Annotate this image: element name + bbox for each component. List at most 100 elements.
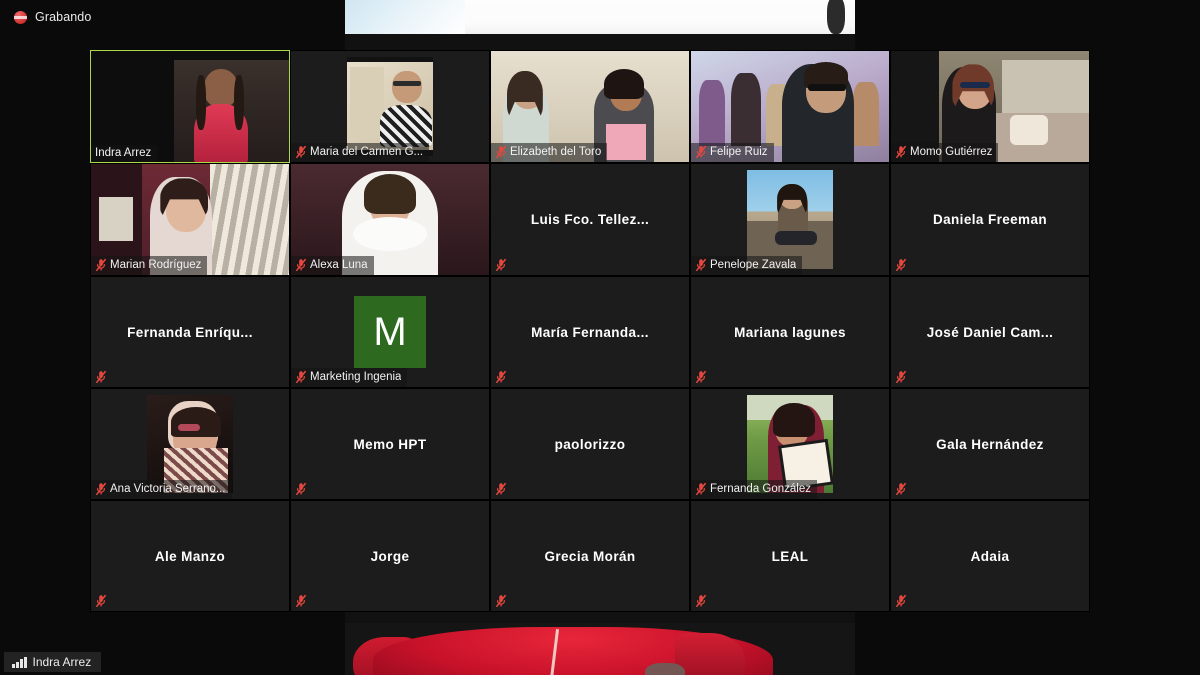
microphone-muted-icon bbox=[495, 482, 507, 496]
microphone-muted-icon bbox=[295, 258, 307, 272]
participant-profile-photo bbox=[747, 170, 833, 269]
participant-name-footer: Penelope Zavala bbox=[710, 259, 797, 271]
participant-name-center: Mariana lagunes bbox=[734, 324, 846, 340]
recording-indicator[interactable]: Grabando bbox=[14, 10, 91, 24]
status-bar-user-label: Indra Arrez bbox=[32, 655, 92, 669]
participant-name-center: LEAL bbox=[771, 548, 809, 564]
participant-footer: Alexa Luna bbox=[291, 256, 374, 275]
zoom-meeting-window: Grabando Indra Arrez Maria del Carmen G.… bbox=[0, 0, 1200, 675]
microphone-muted-icon bbox=[495, 594, 507, 608]
participant-profile-photo bbox=[147, 395, 233, 493]
microphone-muted-icon bbox=[295, 370, 307, 384]
microphone-muted-icon bbox=[295, 594, 307, 608]
microphone-muted-icon bbox=[295, 482, 307, 496]
microphone-muted-icon bbox=[95, 594, 107, 608]
participant-tile[interactable]: Luis Fco. Tellez... bbox=[490, 163, 690, 276]
participant-footer bbox=[891, 480, 913, 499]
participant-footer bbox=[491, 480, 513, 499]
participant-tile[interactable]: Ale Manzo bbox=[90, 500, 290, 612]
participant-footer bbox=[291, 592, 313, 611]
microphone-muted-icon bbox=[895, 370, 907, 384]
participant-tile[interactable]: Penelope Zavala bbox=[690, 163, 890, 276]
recording-label: Grabando bbox=[35, 10, 92, 24]
signal-strength-icon bbox=[12, 656, 27, 668]
participant-footer: Marian Rodríguez bbox=[91, 256, 208, 275]
participant-footer bbox=[491, 368, 513, 387]
participant-footer bbox=[91, 368, 113, 387]
participant-tile[interactable]: Memo HPT bbox=[290, 388, 490, 500]
participant-footer bbox=[91, 592, 113, 611]
participant-name-center: José Daniel Cam... bbox=[926, 324, 1054, 340]
participant-tile[interactable]: Momo Gutiérrez bbox=[890, 50, 1090, 163]
participant-tile[interactable]: Marian Rodríguez bbox=[90, 163, 290, 276]
participant-name-footer: Marian Rodríguez bbox=[110, 259, 202, 271]
participant-footer bbox=[891, 256, 913, 275]
participant-tile[interactable]: Mariana lagunes bbox=[690, 276, 890, 388]
background-video-top-strip bbox=[345, 0, 855, 34]
participant-tile[interactable]: Elizabeth del Toro bbox=[490, 50, 690, 163]
participant-tile[interactable]: María Fernanda... bbox=[490, 276, 690, 388]
participant-footer: Penelope Zavala bbox=[691, 256, 803, 275]
participant-name-footer: Marketing Ingenia bbox=[310, 371, 402, 383]
participant-footer: Fernanda González bbox=[691, 480, 818, 499]
participant-name-footer: Felipe Ruiz bbox=[710, 146, 768, 158]
participant-name-footer: Momo Gutiérrez bbox=[910, 146, 993, 158]
microphone-muted-icon bbox=[695, 370, 707, 384]
microphone-muted-icon bbox=[895, 482, 907, 496]
participant-footer: Ana Victoria Serrano... bbox=[91, 480, 232, 499]
participant-footer bbox=[691, 368, 713, 387]
participant-name-center: paolorizzo bbox=[554, 436, 626, 452]
participant-footer: Indra Arrez bbox=[91, 145, 158, 162]
participant-tile[interactable]: Felipe Ruiz bbox=[690, 50, 890, 163]
microphone-muted-icon bbox=[695, 145, 707, 159]
microphone-muted-icon bbox=[895, 145, 907, 159]
participant-name-center: Ale Manzo bbox=[154, 548, 226, 564]
microphone-muted-icon bbox=[695, 258, 707, 272]
participant-name-center: Luis Fco. Tellez... bbox=[530, 212, 650, 227]
participant-name-footer: Alexa Luna bbox=[310, 259, 368, 271]
participant-footer bbox=[491, 592, 513, 611]
status-bar: Indra Arrez bbox=[0, 649, 1200, 675]
participant-footer bbox=[891, 592, 913, 611]
microphone-muted-icon bbox=[95, 370, 107, 384]
participant-footer: Elizabeth del Toro bbox=[491, 143, 608, 162]
participant-tile[interactable]: Grecia Morán bbox=[490, 500, 690, 612]
microphone-muted-icon bbox=[495, 258, 507, 272]
participant-tile[interactable]: Alexa Luna bbox=[290, 163, 490, 276]
participant-footer bbox=[691, 592, 713, 611]
participant-tile[interactable]: Indra Arrez bbox=[90, 50, 290, 163]
participant-tile[interactable]: Gala Hernández bbox=[890, 388, 1090, 500]
participant-name-center: Gala Hernández bbox=[936, 436, 1044, 452]
participant-name-footer: Ana Victoria Serrano... bbox=[110, 483, 226, 495]
participant-tile[interactable]: Daniela Freeman bbox=[890, 163, 1090, 276]
participant-name-footer: Indra Arrez bbox=[95, 147, 152, 159]
participant-tile[interactable]: paolorizzo bbox=[490, 388, 690, 500]
participant-tile[interactable]: Jorge bbox=[290, 500, 490, 612]
participant-profile-photo bbox=[347, 57, 433, 156]
microphone-muted-icon bbox=[95, 258, 107, 272]
microphone-muted-icon bbox=[295, 145, 307, 159]
participant-name-footer: Elizabeth del Toro bbox=[510, 146, 602, 158]
participant-tile[interactable]: Fernanda González bbox=[690, 388, 890, 500]
network-status-pill[interactable]: Indra Arrez bbox=[4, 652, 102, 672]
participant-name-center: Grecia Morán bbox=[544, 548, 636, 564]
participant-avatar-initial: M bbox=[354, 296, 426, 368]
participant-tile[interactable]: José Daniel Cam... bbox=[890, 276, 1090, 388]
participant-tile[interactable]: M Marketing Ingenia bbox=[290, 276, 490, 388]
record-icon bbox=[14, 10, 27, 24]
microphone-muted-icon bbox=[695, 594, 707, 608]
participant-tile[interactable]: Ana Victoria Serrano... bbox=[90, 388, 290, 500]
microphone-muted-icon bbox=[695, 482, 707, 496]
participant-tile[interactable]: Maria del Carmen G... bbox=[290, 50, 490, 163]
participant-tile[interactable]: LEAL bbox=[690, 500, 890, 612]
participant-footer: Momo Gutiérrez bbox=[891, 143, 999, 162]
participant-footer bbox=[291, 480, 313, 499]
microphone-muted-icon bbox=[895, 258, 907, 272]
participant-name-center: Adaia bbox=[970, 548, 1010, 564]
participant-footer bbox=[891, 368, 913, 387]
participant-footer bbox=[491, 256, 513, 275]
participant-tile[interactable]: Adaia bbox=[890, 500, 1090, 612]
participant-footer: Maria del Carmen G... bbox=[291, 143, 430, 162]
participant-tile[interactable]: Fernanda Enríqu... bbox=[90, 276, 290, 388]
participant-name-center: Memo HPT bbox=[353, 436, 427, 452]
